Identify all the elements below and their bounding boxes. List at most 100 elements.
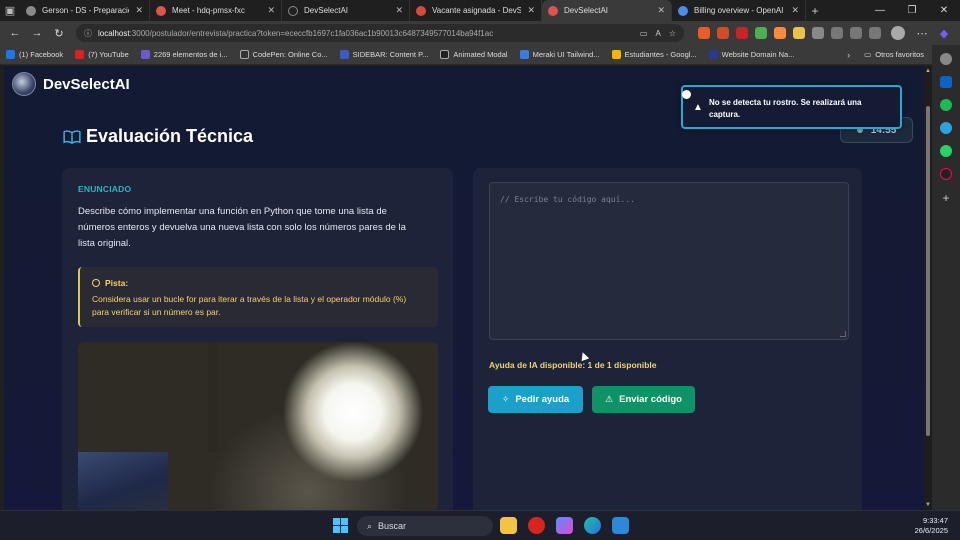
toast-indicator: [682, 90, 691, 99]
extensions-puzzle-icon[interactable]: [812, 27, 824, 39]
file-explorer-icon[interactable]: [500, 517, 517, 534]
window-controls: — ❐ ✕: [864, 5, 960, 16]
bookmark-codepen[interactable]: CodePen: Online Co...: [239, 50, 328, 59]
outlook-icon[interactable]: [940, 76, 952, 88]
taskbar-clock[interactable]: 9:33:47 26/6/2025: [915, 516, 948, 536]
bookmark-label: Animated Modal: [453, 50, 508, 59]
tab-favicon-icon: [288, 5, 298, 16]
close-icon[interactable]: ✕: [527, 5, 535, 16]
split-screen-icon[interactable]: [869, 27, 881, 39]
page-scrollbar[interactable]: ▲ ▼: [924, 66, 932, 510]
bookmark-estudiantes[interactable]: Estudiantes - Googl...: [611, 50, 697, 59]
new-tab-icon[interactable]: +: [806, 4, 824, 18]
bookmark-meraki[interactable]: Meraki UI Tailwind...: [519, 50, 600, 59]
taskbar-search[interactable]: ⌕ Buscar: [357, 516, 493, 536]
extension-icon[interactable]: [755, 27, 767, 39]
close-icon[interactable]: ✕: [135, 5, 143, 16]
edge-icon[interactable]: [584, 517, 601, 534]
extension-icon[interactable]: [774, 27, 786, 39]
chevron-right-icon[interactable]: ›: [847, 50, 850, 60]
close-icon[interactable]: ✕: [267, 5, 275, 16]
code-editor-textarea[interactable]: // Escribe tu código aquí...: [489, 182, 849, 340]
more-menu-icon[interactable]: ⋯: [911, 27, 933, 40]
close-icon[interactable]: ✕: [657, 5, 665, 16]
extension-icon[interactable]: [717, 27, 729, 39]
search-icon: ⌕: [367, 520, 373, 531]
close-icon[interactable]: ✕: [791, 5, 799, 16]
spotify-icon[interactable]: [940, 99, 952, 111]
code-card: // Escribe tu código aquí... Ayuda de IA…: [473, 168, 862, 510]
facebook-icon: [6, 50, 15, 59]
extension-icon[interactable]: [793, 27, 805, 39]
tab-label: DevSelectAI: [304, 6, 349, 15]
other-bookmarks-folder[interactable]: ▭ Otros favoritos: [864, 50, 924, 59]
favorite-star-icon[interactable]: ☆: [669, 29, 676, 38]
ask-help-label: Pedir ayuda: [515, 394, 570, 405]
clock-time: 9:33:47: [922, 516, 948, 525]
bookmark-icon: [140, 50, 150, 59]
tiktok-icon[interactable]: [940, 168, 952, 180]
opera-icon[interactable]: [528, 517, 545, 534]
app-brand[interactable]: DevSelectAI: [12, 72, 130, 96]
site-info-icon[interactable]: ⓘ: [84, 28, 92, 39]
url-host: localhost: [98, 28, 130, 38]
read-aloud-icon[interactable]: A: [655, 29, 660, 38]
telegram-icon[interactable]: [940, 122, 952, 134]
extensions-bar: [698, 27, 881, 39]
ai-help-status: Ayuda de IA disponible: 1 de 1 disponibl…: [489, 360, 657, 370]
tab-6[interactable]: Billing overview - OpenAI Ac ✕: [672, 0, 806, 21]
scroll-down-icon[interactable]: ▼: [925, 502, 931, 508]
scrollbar-thumb[interactable]: [926, 106, 930, 436]
send-code-button[interactable]: ⚠ Enviar código: [592, 386, 695, 413]
address-bar[interactable]: ⓘ localhost:3000/postulador/entrevista/p…: [76, 24, 684, 42]
tab-3[interactable]: DevSelectAI ✕: [282, 0, 410, 21]
bookmark-icon: [519, 50, 529, 59]
scroll-up-icon[interactable]: ▲: [925, 68, 931, 74]
windows-start-icon[interactable]: [333, 518, 348, 533]
tab-2[interactable]: Meet - hdq-pmsx-fxc ✕: [150, 0, 282, 21]
extension-icon[interactable]: [698, 27, 710, 39]
bookmark-animated-modal[interactable]: Animated Modal: [440, 50, 508, 59]
maximize-icon[interactable]: ❐: [896, 5, 928, 16]
add-icon[interactable]: +: [942, 191, 949, 205]
ask-help-button[interactable]: ✧ Pedir ayuda: [488, 386, 583, 413]
folder-label: Otros favoritos: [875, 50, 924, 59]
bookmark-youtube[interactable]: (7) YouTube: [75, 50, 129, 59]
tab-favicon-icon: [156, 5, 166, 16]
whatsapp-icon[interactable]: [940, 145, 952, 157]
hint-text: Considera usar un bucle for para iterar …: [92, 294, 407, 317]
bookmark-label: Meraki UI Tailwind...: [532, 50, 600, 59]
bookmark-elements[interactable]: 2269 elementos de i...: [140, 50, 228, 59]
tab-5-active[interactable]: DevSelectAI ✕: [542, 0, 672, 21]
search-label: Buscar: [378, 521, 407, 531]
copilot-app-icon[interactable]: [556, 517, 573, 534]
copilot-icon[interactable]: ◆: [933, 27, 955, 40]
minimize-icon[interactable]: —: [864, 5, 896, 16]
bookmark-facebook[interactable]: (1) Facebook: [6, 50, 63, 59]
search-icon[interactable]: [940, 53, 952, 65]
bookmark-website-domain[interactable]: Website Domain Na...: [708, 50, 794, 59]
close-window-icon[interactable]: ✕: [928, 5, 960, 16]
warning-icon: ▲: [693, 102, 703, 113]
back-icon[interactable]: ←: [4, 27, 26, 39]
tab-1[interactable]: Gerson - DS - Preparación p ✕: [20, 0, 150, 21]
tab-4[interactable]: Vacante asignada - DevS ✕: [410, 0, 542, 21]
book-icon: [63, 129, 81, 144]
reload-icon[interactable]: ↻: [48, 27, 70, 40]
bookmark-sidebar[interactable]: SIDEBAR: Content P...: [339, 50, 428, 59]
clock-date: 26/6/2025: [914, 526, 948, 535]
tab-favicon-icon: [548, 5, 558, 16]
page-title-text: Evaluación Técnica: [86, 126, 254, 146]
forward-icon[interactable]: →: [26, 27, 48, 39]
downloads-icon[interactable]: [850, 27, 862, 39]
lightbulb-icon: [92, 279, 100, 287]
bookmark-icon: [708, 50, 718, 59]
vscode-icon[interactable]: [612, 517, 629, 534]
favorites-icon[interactable]: [831, 27, 843, 39]
close-icon[interactable]: ✕: [395, 5, 403, 16]
resize-handle[interactable]: [840, 331, 846, 337]
workspaces-icon[interactable]: ▣: [0, 0, 20, 21]
extension-icon[interactable]: [736, 27, 748, 39]
camera-icon[interactable]: ▭: [640, 29, 648, 38]
profile-avatar[interactable]: [891, 26, 905, 40]
